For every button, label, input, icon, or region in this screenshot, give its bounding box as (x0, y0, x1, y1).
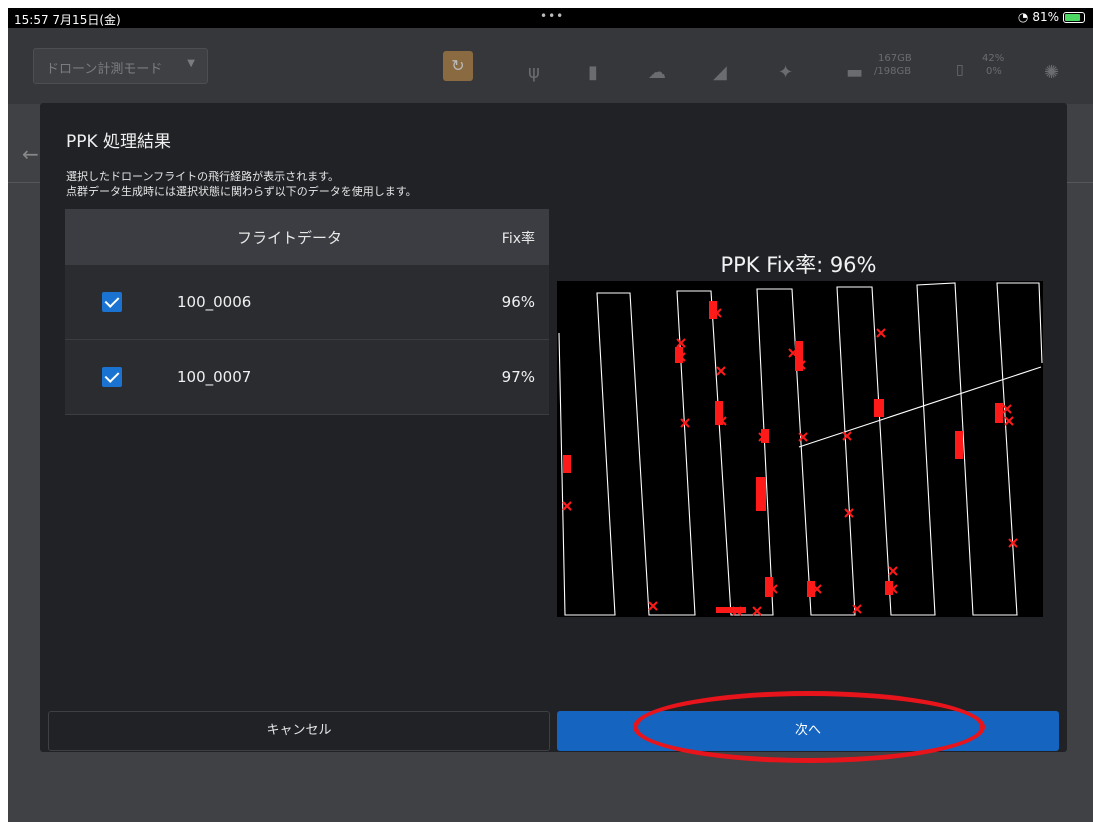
tablet-screen: 15:57 7月15日(金) ••• ◔ 81% ドローン計測モード ▼ ↻ ψ… (8, 8, 1093, 822)
mode-select-label: ドローン計測モード (46, 62, 163, 77)
status-time: 15:57 7月15日(金) (14, 13, 121, 27)
back-arrow-icon[interactable]: ← (22, 142, 39, 166)
fix-loss-marker (648, 601, 658, 611)
battery-bottom-value: 0% (986, 66, 1002, 77)
fix-loss-marker (1004, 416, 1014, 426)
fix-loss-cluster (716, 607, 746, 613)
fix-loss-cluster (756, 477, 766, 511)
fix-loss-cluster (795, 341, 803, 371)
fix-loss-cluster (765, 577, 773, 597)
fix-loss-marker (676, 338, 686, 348)
flight-data-table: フライトデータ Fix率 100_0006 96% 100_0007 97% (65, 209, 549, 415)
gear-icon[interactable]: ✺ (1044, 62, 1059, 83)
table-row[interactable]: 100_0007 97% (65, 340, 549, 415)
flight-path-plot (557, 281, 1043, 617)
flight-path (558, 282, 1043, 616)
fix-loss-cluster (885, 581, 893, 595)
battery-top-value: 42% (982, 53, 1005, 64)
dialog-description-line2: 点群データ生成時には選択状態に関わらず以下のデータを使用します。 (66, 185, 417, 198)
ppk-result-dialog: PPK 処理結果 選択したドローンフライトの飛行経路が表示されます。 点群データ… (40, 103, 1067, 752)
fix-loss-marker (752, 606, 762, 616)
device-battery-icon: ▯ (956, 62, 964, 78)
satellite-icon: ✦ (778, 62, 794, 83)
fix-loss-marker (888, 566, 898, 576)
battery-percent: 81% (1032, 10, 1059, 24)
dialog-description-line1: 選択したドローンフライトの飛行経路が表示されます。 (66, 170, 340, 183)
app-toolbar: ドローン計測モード ▼ ↻ ψ ▮ ☁ ◢ ✦ ▬ 167GB /198GB ▯… (8, 28, 1093, 104)
cloud-icon: ☁ (648, 62, 666, 83)
fix-loss-cluster (709, 301, 717, 319)
battery-icon (1063, 11, 1085, 23)
fix-rate: 97% (501, 368, 535, 386)
fix-loss-cluster (715, 401, 723, 425)
no-signal-icon: ◢ (713, 62, 727, 83)
row-checkbox[interactable] (102, 292, 122, 312)
fix-loss-cluster (807, 581, 815, 597)
folder-icon: ▬ (846, 62, 864, 83)
mode-select[interactable]: ドローン計測モード ▼ (33, 48, 208, 84)
fix-loss-cluster (563, 455, 571, 473)
table-row[interactable]: 100_0006 96% (65, 265, 549, 340)
plot-title: PPK Fix率: 96% (720, 253, 877, 277)
sd-card-icon: ▮ (588, 62, 598, 83)
status-right: ◔ 81% (1018, 10, 1085, 24)
fix-loss-marker (876, 328, 886, 338)
column-header-flight: フライトデータ (237, 229, 343, 247)
sync-icon[interactable]: ↻ (443, 51, 473, 81)
fix-loss-cluster (675, 347, 683, 363)
status-bar: 15:57 7月15日(金) ••• ◔ 81% (8, 8, 1093, 28)
column-header-fix: Fix率 (501, 231, 535, 247)
chevron-down-icon: ▼ (187, 58, 195, 69)
fix-loss-cluster (761, 429, 769, 443)
fix-loss-marker (562, 501, 572, 511)
cancel-button[interactable]: キャンセル (48, 711, 550, 751)
wifi-icon: ◔ (1017, 10, 1029, 24)
fix-loss-cluster (874, 399, 884, 417)
dialog-title: PPK 処理結果 (66, 132, 172, 152)
flight-name: 100_0007 (177, 368, 252, 386)
fix-loss-marker (716, 366, 726, 376)
fix-loss-cluster (955, 431, 963, 459)
storage-used: 167GB (878, 53, 912, 64)
usb-icon: ψ (528, 62, 540, 83)
fix-rate: 96% (501, 293, 535, 311)
fix-loss-cluster (995, 403, 1003, 423)
storage-total: /198GB (874, 66, 912, 77)
fix-loss-markers (562, 301, 1018, 616)
row-checkbox[interactable] (102, 367, 122, 387)
multitask-dots[interactable]: ••• (540, 9, 564, 23)
flight-name: 100_0006 (177, 293, 252, 311)
highlight-ellipse (633, 691, 985, 763)
fix-loss-marker (842, 431, 852, 441)
table-header: フライトデータ Fix率 (65, 209, 549, 265)
